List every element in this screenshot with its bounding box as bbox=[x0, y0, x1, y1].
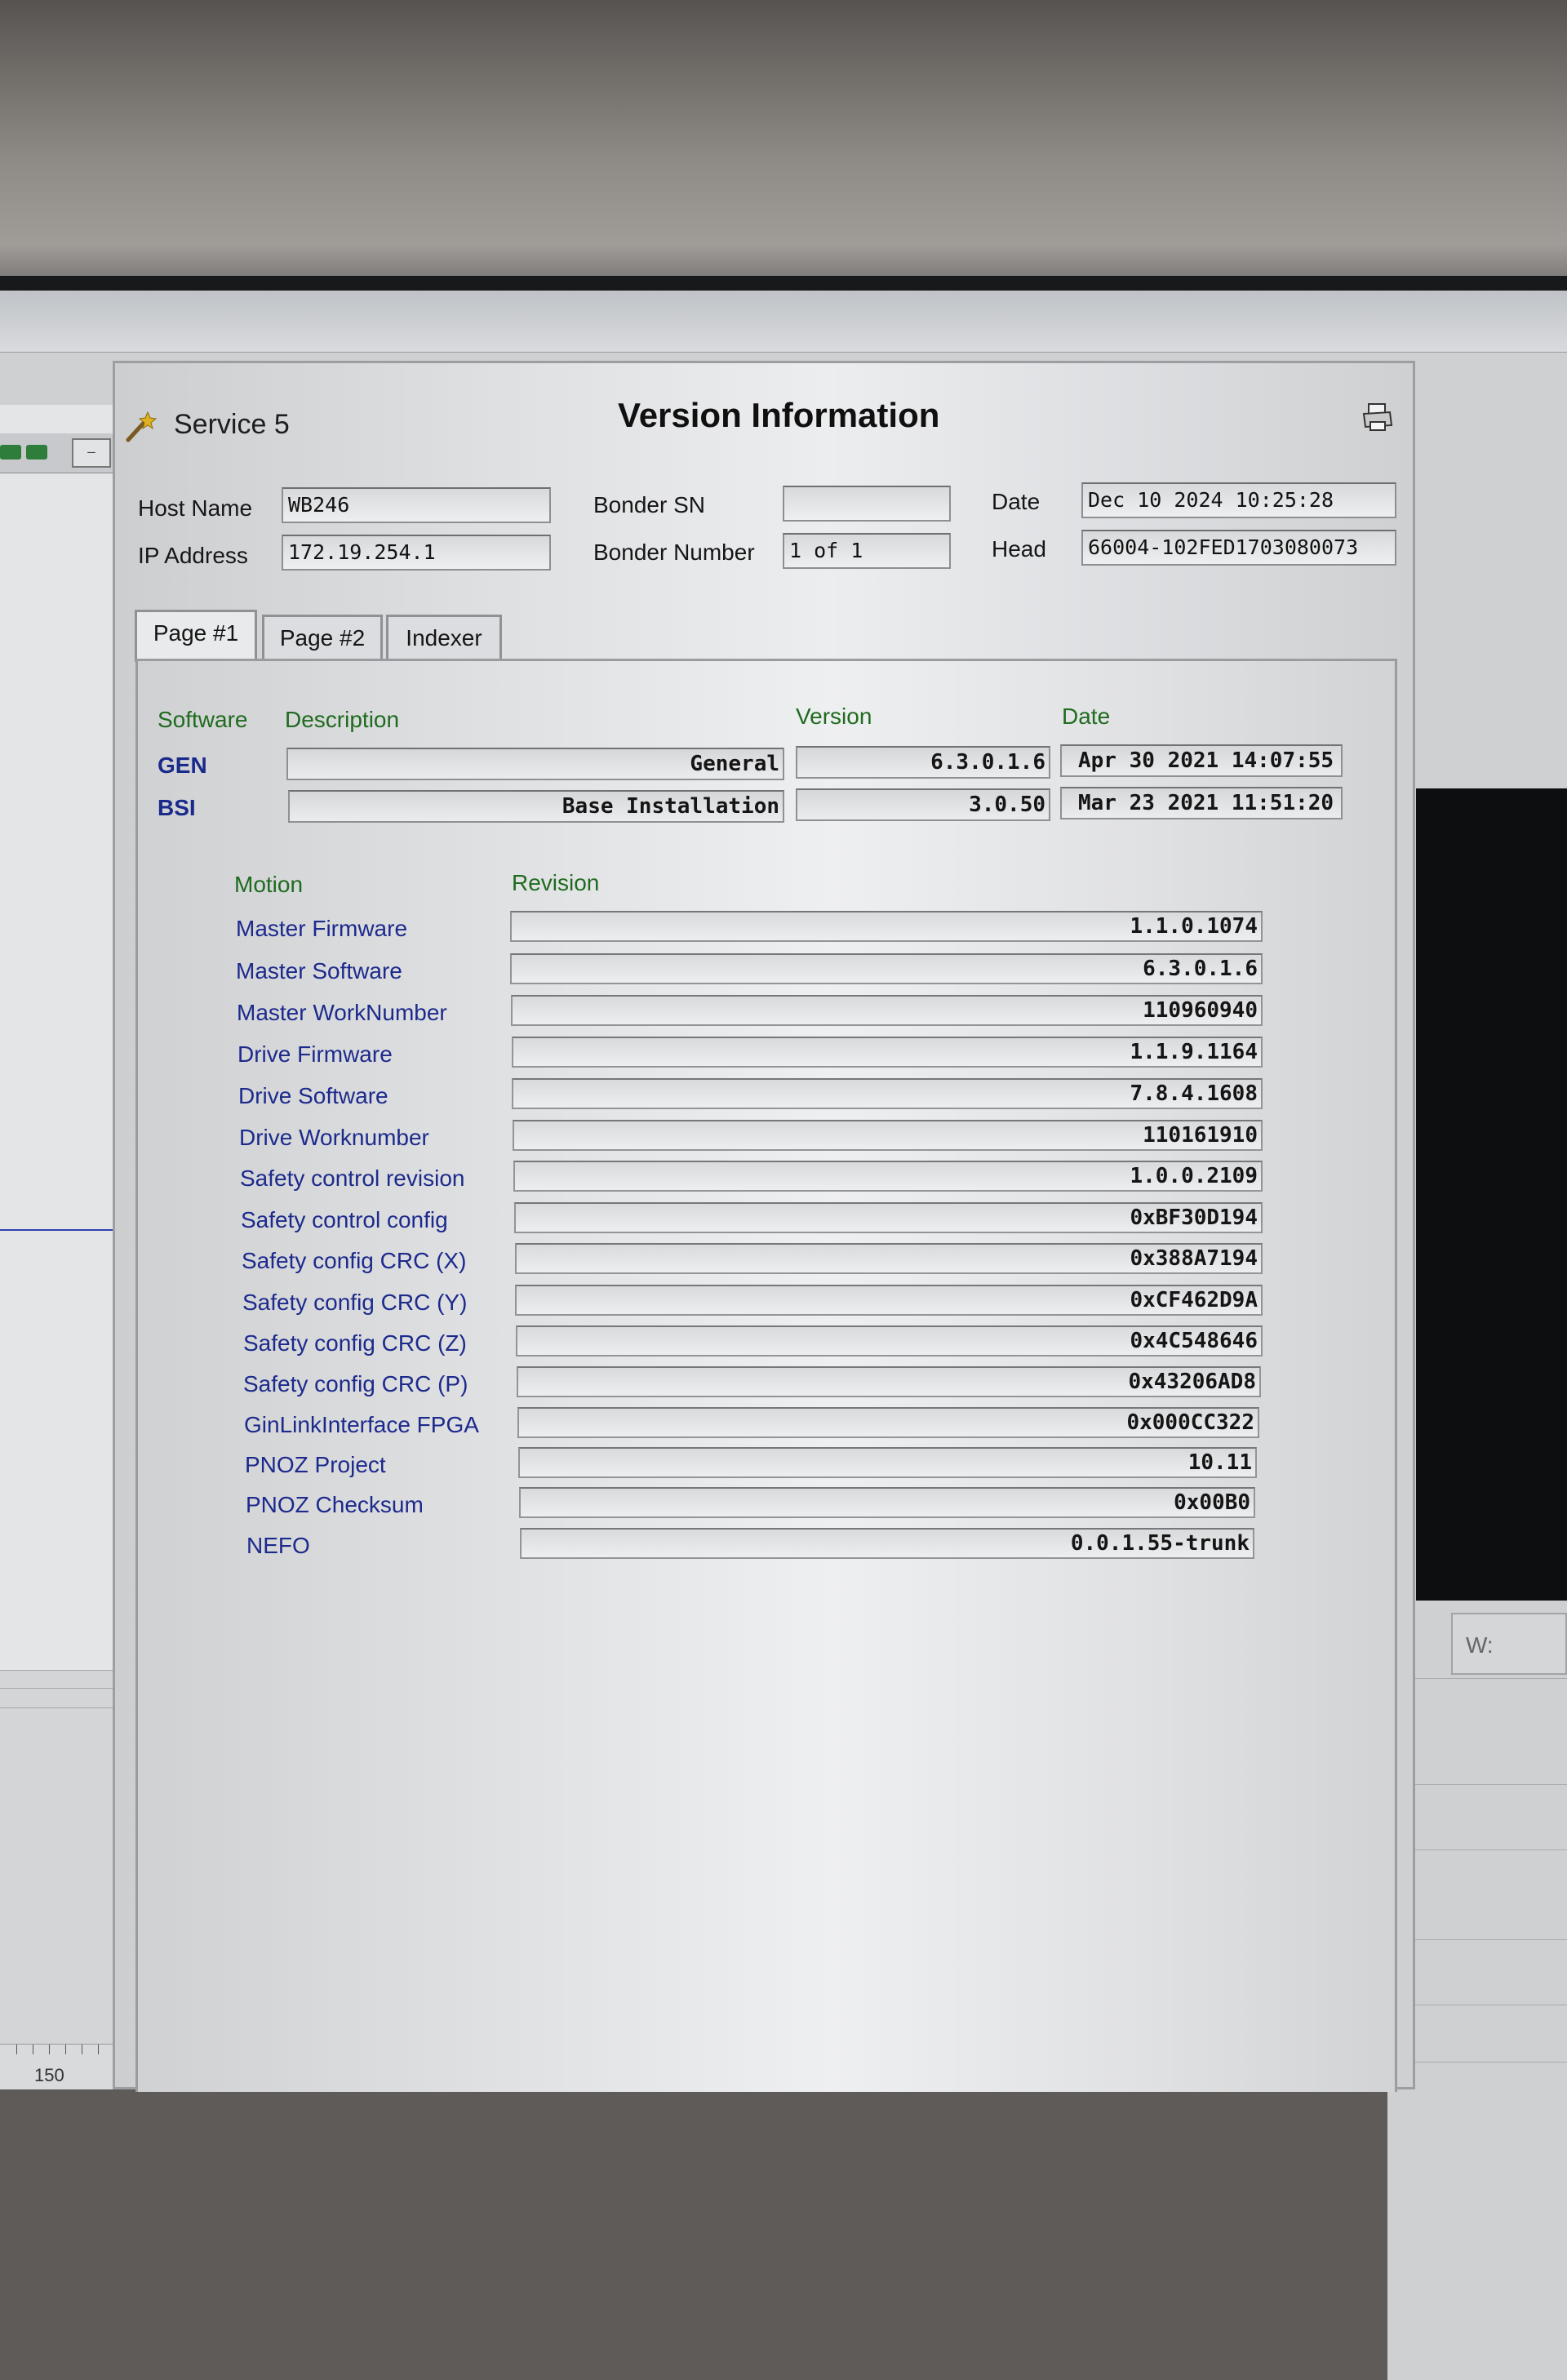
motion-label: Master Firmware bbox=[236, 916, 408, 941]
motion-revision-cell: 110960940 bbox=[511, 995, 1263, 1026]
description-column-header: Description bbox=[285, 707, 400, 732]
status-led-icon bbox=[26, 445, 47, 460]
date-label: Date bbox=[992, 489, 1041, 514]
printer-icon[interactable] bbox=[1361, 401, 1395, 435]
head-label: Head bbox=[992, 536, 1046, 562]
motion-revision-cell: 0x000CC322 bbox=[517, 1407, 1259, 1438]
motion-revision-cell: 1.1.9.1164 bbox=[512, 1037, 1263, 1068]
motion-revision-cell: 7.8.4.1608 bbox=[512, 1078, 1263, 1109]
background-w-field[interactable]: W: bbox=[1451, 1613, 1567, 1675]
software-version-cell: 3.0.50 bbox=[796, 788, 1050, 821]
motion-column-header: Motion bbox=[234, 872, 304, 897]
motion-label: NEFO bbox=[246, 1533, 310, 1558]
magic-wand-icon bbox=[126, 411, 158, 442]
motion-label: Drive Firmware bbox=[237, 1041, 393, 1067]
background-toolbar-button[interactable]: — bbox=[72, 438, 111, 468]
service-label: Service 5 bbox=[174, 409, 290, 440]
motion-label: Master WorkNumber bbox=[237, 1000, 447, 1025]
ip-address-label: IP Address bbox=[138, 543, 248, 568]
software-version-cell: 6.3.0.1.6 bbox=[796, 746, 1050, 779]
motion-revision-cell: 0x4C548646 bbox=[516, 1325, 1263, 1357]
desk-background bbox=[0, 0, 1567, 286]
motion-revision-cell: 0.0.1.55-trunk bbox=[520, 1528, 1254, 1559]
tab-indexer[interactable]: Indexer bbox=[386, 615, 502, 662]
motion-revision-cell: 1.1.0.1074 bbox=[510, 911, 1263, 942]
background-video-view bbox=[1416, 788, 1567, 1601]
motion-label: Safety config CRC (P) bbox=[243, 1371, 468, 1396]
application-top-bar bbox=[0, 291, 1567, 353]
motion-revision-cell: 0x388A7194 bbox=[515, 1243, 1263, 1274]
bonder-sn-field[interactable] bbox=[783, 486, 951, 522]
tab-page-1[interactable]: Page #1 bbox=[135, 610, 257, 662]
software-code-bsi: BSI bbox=[158, 795, 196, 820]
tab-page-2[interactable]: Page #2 bbox=[262, 615, 383, 662]
motion-label: Drive Worknumber bbox=[239, 1125, 429, 1150]
motion-revision-cell: 0xBF30D194 bbox=[514, 1202, 1263, 1233]
status-led-icon bbox=[0, 445, 21, 460]
software-code-gen: GEN bbox=[158, 753, 207, 778]
motion-revision-cell: 10.11 bbox=[518, 1447, 1257, 1478]
motion-revision-cell: 0x00B0 bbox=[519, 1487, 1255, 1518]
motion-label: PNOZ Checksum bbox=[246, 1492, 424, 1517]
background-w-label: W: bbox=[1466, 1632, 1494, 1658]
host-name-label: Host Name bbox=[138, 495, 253, 521]
revision-column-header: Revision bbox=[512, 870, 600, 895]
motion-label: Safety control config bbox=[241, 1207, 448, 1232]
bonder-number-field[interactable]: 1 of 1 bbox=[783, 533, 951, 569]
motion-label: Drive Software bbox=[238, 1083, 388, 1108]
motion-revision-cell: 6.3.0.1.6 bbox=[510, 953, 1263, 984]
monitor-bezel bbox=[0, 276, 1567, 291]
motion-revision-cell: 110161910 bbox=[513, 1120, 1263, 1151]
background-plot-line bbox=[0, 1229, 122, 1231]
motion-revision-cell: 0x43206AD8 bbox=[517, 1366, 1261, 1397]
motion-label: Safety control revision bbox=[240, 1166, 465, 1191]
ip-address-field[interactable]: 172.19.254.1 bbox=[282, 535, 551, 571]
bonder-sn-label: Bonder SN bbox=[593, 492, 705, 517]
version-information-dialog: Service 5 Version Information Host Name … bbox=[113, 361, 1415, 2092]
ruler-label: 150 bbox=[34, 2065, 64, 2085]
dialog-titlebar: Service 5 Version Information bbox=[115, 363, 1413, 453]
motion-label: Safety config CRC (X) bbox=[242, 1248, 467, 1273]
motion-label: Safety config CRC (Y) bbox=[242, 1290, 468, 1315]
background-left-toolbar: — bbox=[0, 433, 114, 473]
date-column-header: Date bbox=[1062, 704, 1111, 729]
software-date-cell: Mar 23 2021 11:51:20 bbox=[1060, 787, 1343, 819]
bonder-number-label: Bonder Number bbox=[593, 539, 755, 565]
date-field[interactable]: Dec 10 2024 10:25:28 bbox=[1081, 482, 1396, 518]
software-column-header: Software bbox=[158, 707, 248, 732]
motion-label: Safety config CRC (Z) bbox=[243, 1330, 467, 1356]
dialog-title: Version Information bbox=[618, 396, 940, 434]
software-date-cell: Apr 30 2021 14:07:55 bbox=[1060, 744, 1343, 777]
motion-label: PNOZ Project bbox=[245, 1452, 386, 1477]
motion-label: Master Software bbox=[236, 958, 402, 984]
software-description-cell: General bbox=[286, 748, 784, 780]
software-description-cell: Base Installation bbox=[288, 790, 784, 823]
motion-label: GinLinkInterface FPGA bbox=[244, 1412, 479, 1437]
tab-panel-page-1: Software Description Version Date GEN Ge… bbox=[135, 659, 1397, 2092]
motion-revision-cell: 0xCF462D9A bbox=[515, 1285, 1263, 1316]
host-name-field[interactable]: WB246 bbox=[282, 487, 551, 523]
head-field[interactable]: 66004-102FED1703080073 bbox=[1081, 530, 1396, 566]
motion-revision-cell: 1.0.0.2109 bbox=[513, 1161, 1263, 1192]
version-column-header: Version bbox=[796, 704, 872, 729]
